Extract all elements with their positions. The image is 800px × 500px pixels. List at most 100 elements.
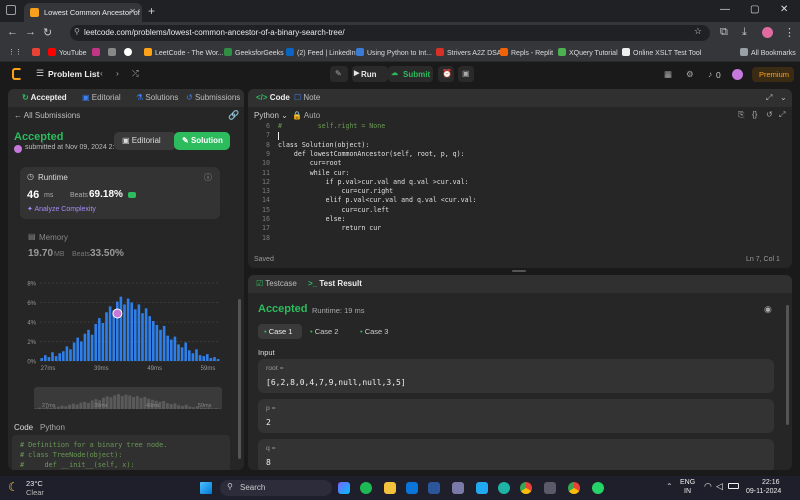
solution-button[interactable]: ✎ Solution	[174, 132, 230, 150]
link-icon[interactable]: 🔗	[228, 110, 239, 121]
code-area[interactable]: 6 # self.right = None 7 8 class Solution(obj…	[248, 122, 792, 246]
tab-submissions[interactable]: ↺ Submissions	[186, 93, 240, 102]
tab-editorial[interactable]: ▣ Editorial	[82, 93, 121, 102]
leetcode-logo-icon[interactable]	[12, 68, 22, 80]
tab-note[interactable]: ☐ Note	[294, 93, 320, 102]
distribution-bar[interactable]	[40, 358, 43, 361]
bookmark-xquery[interactable]: XQuery Tutorial	[558, 48, 618, 57]
weather-moon-icon[interactable]: ☾	[8, 480, 19, 494]
code-line[interactable]: 18	[248, 234, 792, 243]
downloads-icon[interactable]: ⤓	[742, 26, 747, 39]
premium-button[interactable]: Premium	[752, 67, 794, 82]
random-problem-icon[interactable]: ⤮	[132, 68, 139, 79]
tab-test-result[interactable]: >_ Test Result	[308, 279, 362, 288]
runtime-mini-chart[interactable]: 27ms 39ms 49ms 59ms	[34, 387, 222, 409]
store-icon[interactable]	[452, 482, 464, 494]
maximize-icon[interactable]: ▢	[750, 4, 759, 15]
close-window-icon[interactable]: ✕	[780, 4, 788, 15]
new-tab-icon[interactable]: +	[148, 4, 155, 18]
code-line[interactable]: 12 if p.val>cur.val and q.val >cur.val:	[248, 178, 792, 187]
bookmark-geeksforgeeks[interactable]: GeeksforGeeks	[224, 48, 284, 57]
analyze-complexity-link[interactable]: ✦ Analyze Complexity	[27, 205, 96, 213]
view-icon[interactable]: ◉	[764, 304, 772, 315]
reset-code-icon[interactable]: ↺	[766, 110, 773, 119]
lang-secondary[interactable]: IN	[684, 488, 691, 495]
forward-icon[interactable]: →	[25, 26, 36, 38]
bookmark-python[interactable]: Using Python to Int...	[356, 48, 432, 57]
code-line[interactable]: 16 else:	[248, 215, 792, 224]
distribution-bar[interactable]	[123, 304, 126, 361]
distribution-bar[interactable]	[80, 341, 83, 362]
maximize-editor-icon[interactable]: ⤢	[766, 93, 772, 103]
distribution-bar[interactable]	[130, 302, 133, 362]
bookmark-unnamed-1[interactable]	[108, 48, 119, 57]
clock-time[interactable]: 22:16	[762, 479, 780, 486]
weather-text[interactable]: Clear	[26, 488, 44, 497]
language-select[interactable]: Python ⌄	[254, 111, 288, 120]
bookmark-replit[interactable]: Repls - Replit	[500, 48, 553, 57]
code-line[interactable]: 10 cur=root	[248, 159, 792, 168]
github-icon[interactable]	[124, 48, 135, 57]
distribution-bar[interactable]	[108, 306, 112, 361]
bookmark-code-icon[interactable]: ⎘	[738, 110, 744, 120]
weather-temp[interactable]: 23°C	[26, 479, 43, 488]
distribution-bar[interactable]	[105, 312, 108, 361]
instagram-icon[interactable]	[92, 48, 103, 57]
word-icon[interactable]	[428, 482, 440, 494]
submit-button[interactable]: ☁ Submit	[388, 66, 433, 82]
code-line[interactable]: 11 while cur:	[248, 169, 792, 178]
distribution-bar[interactable]	[94, 323, 97, 361]
distribution-bar[interactable]	[188, 350, 191, 361]
tray-chevron-icon[interactable]: ⌃	[666, 482, 673, 491]
bookmark-leetcode[interactable]: LeetCode - The Wor...	[144, 48, 224, 57]
all-bookmarks[interactable]: All Bookmarks	[740, 48, 796, 57]
fullscreen-code-icon[interactable]: ⤢	[779, 110, 785, 120]
distribution-bar[interactable]	[47, 357, 51, 361]
minimize-icon[interactable]: —	[720, 4, 730, 15]
runtime-distribution-chart[interactable]: 8% 6% 4% 2% 0% 27ms 39ms 49ms 59ms	[14, 277, 224, 387]
distribution-bar[interactable]	[173, 336, 177, 361]
tab-accepted[interactable]: ↻ Accepted	[22, 93, 67, 102]
distribution-bar[interactable]	[119, 296, 123, 361]
distribution-bar[interactable]	[44, 355, 47, 361]
distribution-bar[interactable]	[90, 334, 94, 361]
code-line[interactable]: 6 # self.right = None	[248, 122, 792, 131]
bookmark-xslt[interactable]: Online XSLT Test Tool	[622, 48, 701, 57]
tab-search-icon[interactable]	[6, 5, 16, 15]
format-code-icon[interactable]: {}	[752, 110, 757, 119]
distribution-bar[interactable]	[141, 313, 144, 361]
chrome-icon[interactable]	[520, 482, 532, 494]
distribution-bar[interactable]	[65, 346, 69, 361]
your-submission-marker[interactable]	[112, 308, 123, 319]
distribution-bar[interactable]	[166, 335, 169, 361]
edge-icon[interactable]	[498, 482, 510, 494]
distribution-bar[interactable]	[83, 333, 87, 361]
file-explorer-icon[interactable]	[384, 482, 396, 494]
distribution-bar[interactable]	[209, 358, 213, 361]
profile-avatar[interactable]	[762, 27, 773, 38]
notes-icon[interactable]: ▣	[458, 66, 474, 82]
distribution-bar[interactable]	[126, 298, 130, 361]
distribution-bar[interactable]	[62, 351, 65, 361]
problem-list-icon[interactable]: ☰	[36, 68, 44, 79]
site-info-icon[interactable]: ⚲	[74, 27, 80, 36]
next-problem-icon[interactable]: ›	[116, 68, 119, 78]
coins-count[interactable]: 0	[716, 70, 721, 80]
distribution-bar[interactable]	[191, 353, 195, 361]
case-3-tab[interactable]: • Case 3	[360, 327, 388, 336]
tab-code[interactable]: </> Code	[256, 93, 290, 102]
distribution-bar[interactable]	[98, 318, 101, 361]
distribution-bar[interactable]	[148, 316, 151, 361]
distribution-bar[interactable]	[144, 308, 148, 361]
distribution-bar[interactable]	[180, 347, 184, 361]
notifications-icon[interactable]: ♪	[708, 69, 712, 79]
tab-testcase[interactable]: ☑ Testcase	[256, 279, 297, 288]
bookmark-strivers[interactable]: Strivers A2Z DSA	[436, 48, 501, 57]
distribution-bar[interactable]	[216, 359, 220, 361]
tab-solutions[interactable]: ⚗ Solutions	[136, 93, 178, 102]
back-icon[interactable]: ←	[7, 26, 18, 38]
distribution-bar[interactable]	[51, 352, 54, 361]
code-line[interactable]: 15 cur=cur.left	[248, 206, 792, 215]
distribution-bar[interactable]	[170, 339, 173, 361]
case-1-tab[interactable]: • Case 1	[258, 324, 302, 339]
